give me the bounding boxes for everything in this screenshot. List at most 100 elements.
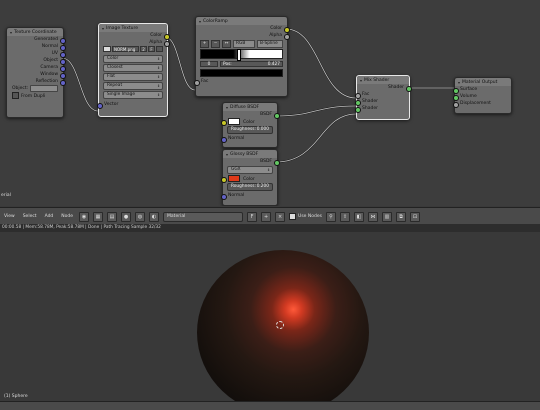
node-title: Mix Shader [364,77,390,83]
node-header[interactable]: ▾ Mix Shader [357,76,409,84]
projection-dropdown[interactable]: Flat ⇕ [103,73,163,81]
world-shader-icon[interactable]: ◍ [135,211,146,222]
fake-user-button[interactable]: F [148,46,155,52]
roughness-field[interactable]: Roughness: 0.000 [227,126,273,134]
input-socket[interactable] [220,176,227,183]
collapse-icon[interactable]: ▾ [360,78,362,83]
compositing-icon[interactable]: ▤ [107,211,118,222]
add-material-icon[interactable]: + [261,211,272,222]
add-stop-button[interactable]: + [200,40,209,48]
collapse-icon[interactable]: ▾ [458,80,460,85]
pin-icon[interactable]: ⚲ [325,211,336,222]
image-browse-icon[interactable] [103,46,111,52]
texture-nodes-icon[interactable]: ▦ [93,211,104,222]
input-socket[interactable] [193,79,200,86]
copy-icon[interactable]: ⧉ [395,211,406,222]
output-socket[interactable] [283,33,290,40]
collapse-icon[interactable]: ▾ [10,30,12,35]
from-dupli-checkbox[interactable] [12,92,19,99]
use-nodes-toggle[interactable]: Use Nodes [289,213,322,220]
node-header[interactable]: ▾ Diffuse BSDF [223,103,277,111]
input-displacement: Displacement [452,100,511,108]
color-swatch[interactable] [228,118,240,125]
image-users-count[interactable]: 2 [140,46,147,52]
collapse-icon[interactable]: ▾ [199,19,201,24]
3d-cursor-icon [276,321,284,329]
object-field[interactable] [30,85,58,92]
object-field-row[interactable]: Object: [7,85,63,92]
from-dupli-label: From Dupli [21,94,46,99]
roughness-field[interactable]: Roughness: 0.200 [227,183,273,191]
ramp-gradient[interactable] [200,49,283,61]
flip-ramp-button[interactable]: ↔ [222,40,231,48]
output-normal: Normal [7,43,66,51]
source-dropdown[interactable]: Single Image ⇕ [103,91,163,99]
input-fac: Fac [193,78,287,86]
color-mode-dropdown[interactable]: RGB [233,40,255,48]
shader-nodes-icon[interactable]: ◉ [79,211,90,222]
collapse-icon[interactable]: ▾ [226,152,228,157]
collapse-icon[interactable]: ▾ [226,105,228,110]
node-header[interactable]: ▾ Image Texture [99,24,167,32]
input-socket[interactable] [96,102,103,109]
distribution-dropdown[interactable]: GGX ⇕ [227,166,273,174]
interpolation-dropdown[interactable]: B-Spline [257,40,283,48]
stop-index-field[interactable]: 0 [200,61,218,67]
colorramp-node[interactable]: ▾ ColorRamp Color Alpha + − ↔ RGB B-Splin… [193,16,290,97]
image-name-field[interactable]: NORM.png [112,46,139,52]
menu-select[interactable]: Select [21,212,39,221]
input-socket[interactable] [452,101,459,108]
mix-shader-node[interactable]: ▾ Mix Shader Shader Fac Shader Shader [354,75,412,120]
input-fac: Fac [354,91,409,99]
object-shader-icon[interactable]: ● [121,211,132,222]
image-selector[interactable]: NORM.png 2 F [103,46,163,52]
3d-viewport[interactable]: (1) Sphere [0,232,540,409]
node-header[interactable]: ▾ ColorRamp [196,17,287,25]
input-volume: Volume [452,93,511,101]
unlink-material-icon[interactable]: × [275,211,286,222]
material-browse-icon[interactable]: ◐ [149,211,160,222]
menu-node[interactable]: Node [59,212,75,221]
output-socket[interactable] [273,159,280,166]
output-socket[interactable] [163,40,170,47]
node-header[interactable]: ▾ Texture Coordinate [7,28,63,36]
input-surface: Surface [452,86,511,94]
link-glossy-to-mix [275,113,357,163]
image-texture-node[interactable]: ▾ Image Texture Color Alpha NORM.png 2 F … [96,23,170,117]
node-header[interactable]: ▾ Glossy BSDF [223,150,277,158]
snap-icon[interactable]: ⋈ [367,211,378,222]
node-header[interactable]: ▾ Material Output [455,78,511,86]
input-socket[interactable] [220,136,227,143]
menu-view[interactable]: View [2,212,17,221]
go-parent-icon[interactable]: ⇧ [339,211,350,222]
fake-user-icon[interactable]: F [247,211,258,222]
color-swatch[interactable] [228,175,240,182]
from-dupli-row[interactable]: From Dupli [7,92,63,99]
snap-mode-icon[interactable]: ▥ [381,211,392,222]
remove-stop-button[interactable]: − [211,40,220,48]
input-socket[interactable] [220,193,227,200]
collapse-icon[interactable]: ▾ [102,26,104,31]
diffuse-bsdf-node[interactable]: ▾ Diffuse BSDF BSDF Color Roughness: 0.000… [220,102,280,148]
backdrop-icon[interactable]: ◧ [353,211,364,222]
material-output-node[interactable]: ▾ Material Output Surface Volume Displace… [452,77,512,114]
input-socket[interactable] [220,119,227,126]
stop-position-field[interactable]: Pos: 0.427 [220,61,283,67]
color-space-dropdown[interactable]: Color ⇕ [103,55,163,63]
menu-add[interactable]: Add [43,212,56,221]
interpolation-dropdown[interactable]: Closest ⇕ [103,64,163,72]
image-open-icon[interactable] [156,46,163,52]
dropdown-arrow-icon: ⇕ [157,93,160,97]
material-name-field[interactable]: Material [163,211,244,222]
node-editor[interactable]: ▾ Texture Coordinate Generated Normal UV … [0,0,540,206]
use-nodes-checkbox[interactable] [289,213,297,220]
input-socket[interactable] [354,106,361,113]
stop-color-swatch[interactable] [200,69,283,77]
input-color: Color [220,118,277,126]
paste-icon[interactable]: ⊡ [409,211,420,222]
ramp-stop-marker[interactable] [236,49,241,61]
glossy-bsdf-node[interactable]: ▾ Glossy BSDF BSDF GGX ⇕ Color Roughness: 0… [220,149,280,206]
texture-coordinate-node[interactable]: ▾ Texture Coordinate Generated Normal UV … [6,27,66,118]
dropdown-arrow-icon: ⇕ [157,57,160,61]
extension-dropdown[interactable]: Repeat ⇕ [103,82,163,90]
